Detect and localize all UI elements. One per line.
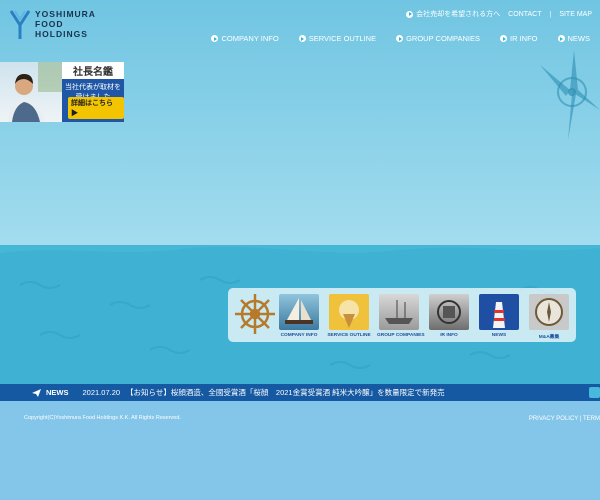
engraving-image xyxy=(429,294,469,330)
nav-label: GROUP COMPANIES xyxy=(406,34,480,43)
top-links: 会社売却を希望される方へ CONTACT | SITE MAP xyxy=(406,9,592,19)
nav-company-info[interactable]: COMPANY INFO xyxy=(211,34,279,43)
news-tag-label: NEWS xyxy=(46,388,69,397)
copyright: Copyright(C)Yoshimura Food Holdings K.K.… xyxy=(24,415,181,421)
tile-label: NEWS xyxy=(491,333,507,338)
terms-link[interactable]: TERM xyxy=(583,416,600,422)
paper-plane-icon xyxy=(32,388,41,397)
president-interview-banner[interactable]: 社長名鑑 当社代表が取材を 受けました 詳細はこちら ▶ xyxy=(0,62,124,122)
news-tag: NEWS xyxy=(32,388,69,397)
tile-company-info[interactable]: COMPANY INFO xyxy=(277,294,321,338)
tile-ir-info[interactable]: IR INFO xyxy=(427,294,471,338)
badge-row: 社長名鑑 xyxy=(62,62,124,79)
nav-service-outline[interactable]: SERVICE OUTLINE xyxy=(298,34,377,43)
footer-links: PRIVACY POLICY | TERM xyxy=(529,416,600,422)
president-photo xyxy=(0,62,62,122)
news-date: 2021.07.20 xyxy=(82,388,121,397)
separator: | xyxy=(549,10,552,18)
news-more-button[interactable] xyxy=(589,387,600,398)
nav-label: COMPANY INFO xyxy=(221,34,279,43)
tile-label: M&A募集 xyxy=(538,335,560,340)
compass-rose-icon xyxy=(540,50,600,140)
ship-wheel-icon xyxy=(235,294,275,334)
logo-line-1: YOSHIMURA xyxy=(35,9,96,19)
news-ticker[interactable]: NEWS 2021.07.20 【お知らせ】桜顔酒造、全國受賞酒「桜顔 2021… xyxy=(0,384,600,401)
interview-line-1: 当社代表が取材を xyxy=(65,84,121,91)
contact-link[interactable]: CONTACT xyxy=(508,11,541,18)
ice-cream-image xyxy=(329,294,369,330)
tile-label: COMPANY INFO xyxy=(280,333,318,338)
tile-news[interactable]: NEWS xyxy=(477,294,521,338)
quick-links-panel: COMPANY INFO SERVICE OUTLINE GROUP COMPA… xyxy=(228,288,576,342)
arrow-icon xyxy=(298,35,306,42)
arrow-icon xyxy=(211,35,219,42)
lighthouse-image xyxy=(479,294,519,330)
interview-panel: 社長名鑑 当社代表が取材を 受けました 詳細はこちら ▶ xyxy=(62,62,124,122)
nav-group-companies[interactable]: GROUP COMPANIES xyxy=(396,34,480,43)
logo-text: YOSHIMURA FOOD HOLDINGS xyxy=(35,9,96,39)
arrow-icon xyxy=(406,10,414,18)
logo-line-3: HOLDINGS xyxy=(35,29,88,39)
tile-group-companies[interactable]: GROUP COMPANIES xyxy=(377,294,425,338)
badge-text: 社長名鑑 xyxy=(73,67,113,78)
tile-label: IR INFO xyxy=(440,333,458,338)
details-button[interactable]: 詳細はこちら ▶ xyxy=(68,97,124,119)
sitemap-link[interactable]: SITE MAP xyxy=(559,11,592,18)
arrow-icon xyxy=(396,35,404,42)
footer-separator: | xyxy=(579,416,582,422)
tile-service-outline[interactable]: SERVICE OUTLINE xyxy=(327,294,371,338)
logo[interactable]: YOSHIMURA FOOD HOLDINGS xyxy=(9,9,96,41)
logo-icon xyxy=(9,10,31,39)
sell-company-label: 会社売却を希望される方へ xyxy=(416,11,501,18)
tile-label: GROUP COMPANIES xyxy=(377,333,425,338)
sell-company-link[interactable]: 会社売却を希望される方へ xyxy=(406,9,500,19)
tile-label: SERVICE OUTLINE xyxy=(327,333,371,338)
nav-label: SERVICE OUTLINE xyxy=(308,34,377,43)
news-headline[interactable]: 【お知らせ】桜顔酒造、全國受賞酒「桜顔 2021金賞受賞酒 純米大吟醸」を数量限… xyxy=(126,387,445,398)
sailing-ship-image xyxy=(279,294,319,330)
ship-sketch-image xyxy=(379,294,419,330)
logo-line-2: FOOD xyxy=(35,19,64,29)
privacy-policy-link[interactable]: PRIVACY POLICY xyxy=(529,416,578,422)
tile-ma[interactable]: M&A募集 xyxy=(527,294,571,340)
pocket-compass-image xyxy=(529,294,569,330)
